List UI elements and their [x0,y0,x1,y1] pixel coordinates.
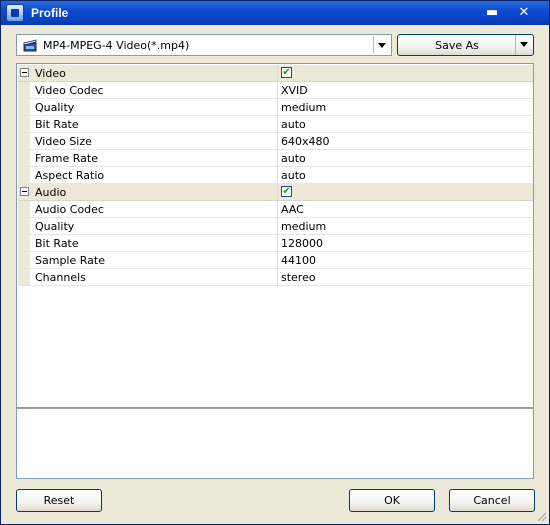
row-gutter [18,252,30,268]
property-row[interactable]: Bit Rate auto [18,116,533,133]
save-as-dropdown-arrow-icon[interactable] [515,35,533,55]
row-gutter [18,150,30,166]
column-divider[interactable] [277,201,278,217]
row-gutter [18,269,30,285]
property-name: Audio [35,186,67,199]
property-grid[interactable]: Video ✔ Video Codec XVID Quality medium Bit Ra… [16,63,534,408]
row-gutter [18,218,30,234]
resize-grip-icon[interactable] [537,512,547,522]
property-row[interactable]: Channels stereo [18,269,533,286]
column-divider[interactable] [277,252,278,268]
title-bar[interactable]: Profile ▬ ✕ [1,1,549,25]
save-as-button[interactable]: Save As [397,34,534,56]
column-divider[interactable] [277,184,278,200]
column-divider[interactable] [277,99,278,115]
app-icon [6,4,24,22]
property-value[interactable]: 640x480 [281,135,330,148]
property-name: Video Codec [35,84,104,97]
column-divider[interactable] [277,133,278,149]
window-title: Profile [31,6,69,20]
property-value[interactable]: auto [281,118,306,131]
collapse-icon[interactable] [20,187,29,196]
property-value[interactable]: auto [281,169,306,182]
property-row[interactable]: Audio Codec AAC [18,201,533,218]
property-row[interactable]: Aspect Ratio auto [18,167,533,184]
property-value[interactable]: medium [281,101,326,114]
profile-dialog: Profile ▬ ✕ MP4-MPEG-4 Video(*.mp4) Save… [0,0,550,525]
property-name: Sample Rate [35,254,105,267]
minimize-button[interactable]: ▬ [483,4,501,22]
property-name: Bit Rate [35,118,79,131]
property-value[interactable]: XVID [281,84,308,97]
column-divider[interactable] [277,235,278,251]
property-row[interactable]: Quality medium [18,99,533,116]
column-divider[interactable] [277,269,278,285]
chevron-down-icon[interactable] [373,36,390,54]
property-value[interactable]: 44100 [281,254,316,267]
column-divider[interactable] [277,167,278,183]
save-as-label: Save As [435,39,479,52]
property-value[interactable]: medium [281,220,326,233]
row-gutter [18,82,30,98]
cancel-button[interactable]: Cancel [449,489,535,512]
row-gutter [18,116,30,132]
profile-dropdown[interactable]: MP4-MPEG-4 Video(*.mp4) [16,34,392,56]
property-name: Audio Codec [35,203,104,216]
row-gutter [18,99,30,115]
property-row[interactable]: Sample Rate 44100 [18,252,533,269]
property-row[interactable]: Video Codec XVID [18,82,533,99]
property-category-row[interactable]: Video ✔ [18,65,533,82]
property-value[interactable]: auto [281,152,306,165]
property-row[interactable]: Frame Rate auto [18,150,533,167]
property-row[interactable]: Quality medium [18,218,533,235]
property-name: Bit Rate [35,237,79,250]
property-value[interactable]: AAC [281,203,304,216]
column-divider[interactable] [277,218,278,234]
profile-dropdown-value: MP4-MPEG-4 Video(*.mp4) [43,39,190,52]
collapse-icon[interactable] [20,68,29,77]
column-divider[interactable] [277,116,278,132]
property-value[interactable]: stereo [281,271,316,284]
close-button[interactable]: ✕ [515,4,533,22]
enable-checkbox[interactable]: ✔ [281,186,292,197]
property-name: Frame Rate [35,152,98,165]
property-name: Video [35,67,66,80]
property-name: Quality [35,101,75,114]
row-gutter [18,235,30,251]
row-gutter [18,167,30,183]
column-divider[interactable] [277,82,278,98]
property-name: Channels [35,271,86,284]
property-name: Quality [35,220,75,233]
property-row[interactable]: Video Size 640x480 [18,133,533,150]
property-name: Aspect Ratio [35,169,105,182]
property-name: Video Size [35,135,92,148]
column-divider[interactable] [277,150,278,166]
property-category-row[interactable]: Audio ✔ [18,184,533,201]
reset-button[interactable]: Reset [16,489,102,512]
film-clapper-icon [23,39,37,52]
row-gutter [18,133,30,149]
row-gutter [18,201,30,217]
ok-button[interactable]: OK [349,489,435,512]
description-panel [16,408,534,479]
property-row[interactable]: Bit Rate 128000 [18,235,533,252]
enable-checkbox[interactable]: ✔ [281,67,292,78]
property-value[interactable]: 128000 [281,237,323,250]
column-divider[interactable] [277,65,278,81]
